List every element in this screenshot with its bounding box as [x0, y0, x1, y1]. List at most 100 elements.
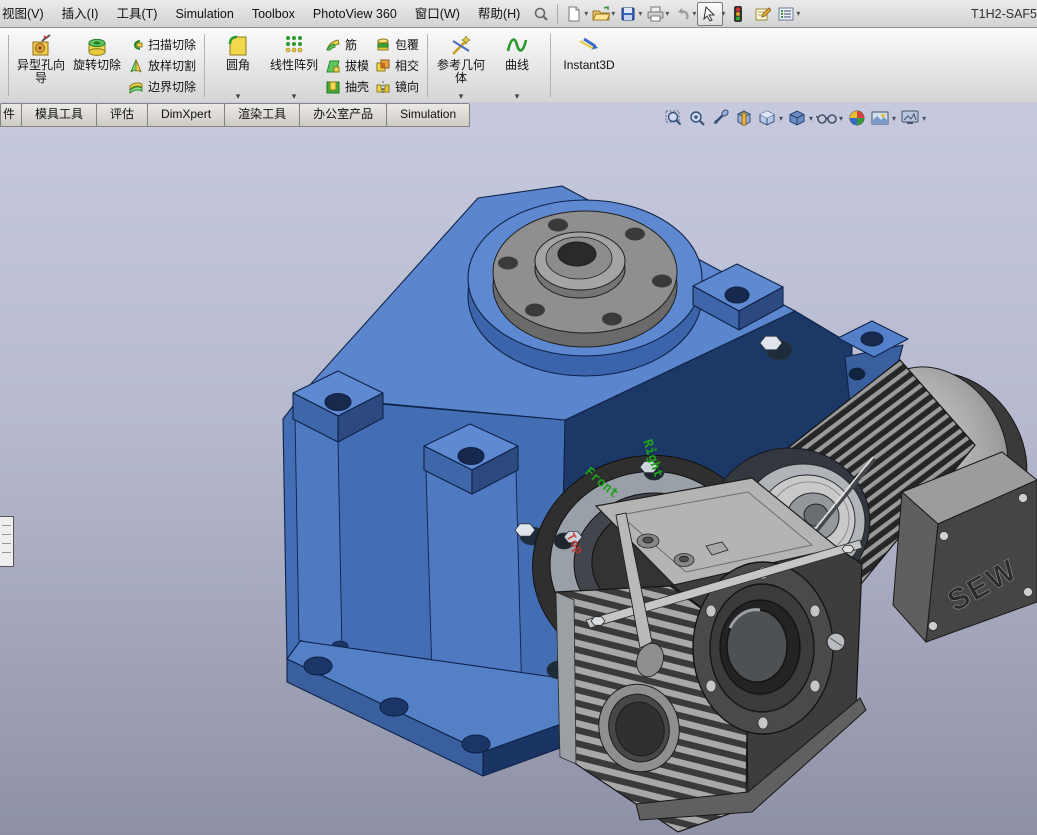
display-style-dropdown-arrow[interactable]: ▾: [809, 114, 813, 123]
menu-help[interactable]: 帮助(H): [469, 1, 529, 27]
tab-mold-tools[interactable]: 模具工具: [21, 103, 97, 127]
tab-simulation[interactable]: Simulation: [386, 103, 470, 127]
curves-dropdown-arrow[interactable]: ▾: [515, 92, 520, 102]
toolbar-separator: [550, 34, 551, 97]
menu-window[interactable]: 窗口(W): [406, 1, 469, 27]
zoom-to-area-icon[interactable]: [687, 108, 709, 128]
toolbar-separator: [557, 4, 558, 24]
command-manager-toolbar: 异型孔向导 旋转切除 扫描切除 放样切割 边界切除 圆角 ▾ 线: [0, 28, 1037, 103]
boundary-cut-label: 边界切除: [148, 78, 196, 95]
edit-appearance-icon[interactable]: [846, 108, 868, 128]
fillet-dropdown-arrow[interactable]: ▾: [236, 92, 241, 102]
hide-show-dropdown-arrow[interactable]: ▾: [839, 114, 843, 123]
view-settings-dropdown-arrow[interactable]: ▾: [922, 114, 926, 123]
undo-button[interactable]: [670, 3, 694, 25]
toolbar-separator: [427, 34, 428, 97]
apply-scene-icon[interactable]: [869, 108, 891, 128]
rebuild-traffic-light-button[interactable]: [726, 3, 750, 25]
linear-pattern-dropdown-arrow[interactable]: ▾: [292, 92, 297, 102]
instant3d-button[interactable]: Instant3D: [556, 29, 622, 102]
menu-photoview360[interactable]: PhotoView 360: [304, 1, 406, 27]
mirror-label: 镜向: [395, 78, 419, 95]
menu-toolbox[interactable]: Toolbox: [243, 1, 304, 27]
print-dropdown-arrow[interactable]: ▾: [665, 9, 669, 18]
search-icon[interactable]: [529, 3, 553, 25]
wrap-intersect-mirror-column: 包覆 相交 镜向: [372, 29, 422, 102]
hide-show-items-icon[interactable]: [816, 108, 838, 128]
draft-button[interactable]: 拔模: [325, 56, 369, 75]
rib-label: 筋: [345, 36, 357, 53]
menu-bar: 视图(V) 插入(I) 工具(T) Simulation Toolbox Pho…: [0, 0, 1037, 28]
lofted-cut-button[interactable]: 放样切割: [128, 56, 196, 75]
select-cursor-button[interactable]: [697, 2, 723, 26]
file-properties-button[interactable]: [750, 3, 774, 25]
view-settings-icon[interactable]: [899, 108, 921, 128]
save-dropdown-arrow[interactable]: ▾: [638, 9, 642, 18]
mirror-button[interactable]: 镜向: [375, 77, 419, 96]
shell-icon: [325, 79, 341, 95]
boundary-cut-button[interactable]: 边界切除: [128, 77, 196, 96]
view-orientation-icon[interactable]: [756, 108, 778, 128]
swept-cut-icon: [128, 37, 144, 53]
wrap-button[interactable]: 包覆: [375, 35, 419, 54]
print-button[interactable]: [643, 3, 667, 25]
window-title: T1H2-SAF5: [971, 7, 1037, 21]
reference-geometry-button[interactable]: 参考几何体 ▾: [433, 29, 489, 102]
menu-tools[interactable]: 工具(T): [107, 1, 166, 27]
open-button[interactable]: [589, 3, 613, 25]
shell-label: 抽壳: [345, 78, 369, 95]
options-dropdown-arrow[interactable]: ▾: [796, 9, 800, 18]
curves-button[interactable]: 曲线 ▾: [489, 29, 545, 102]
options-list-button[interactable]: [774, 3, 798, 25]
reference-geometry-icon: [448, 32, 474, 59]
clipped-panel-fragment: [0, 516, 14, 567]
instant3d-label: Instant3D: [563, 59, 614, 72]
hole-wizard-icon: [28, 32, 54, 59]
tab-weldments[interactable]: 件: [0, 103, 22, 127]
tab-render-tools[interactable]: 渲染工具: [224, 103, 300, 127]
new-document-button[interactable]: [562, 3, 586, 25]
save-button[interactable]: [616, 3, 640, 25]
display-style-icon[interactable]: [786, 108, 808, 128]
menu-view[interactable]: 视图(V): [0, 1, 53, 27]
new-dropdown-arrow[interactable]: ▾: [584, 9, 588, 18]
shell-button[interactable]: 抽壳: [325, 77, 369, 96]
tab-office-products[interactable]: 办公室产品: [299, 103, 387, 127]
menu-simulation[interactable]: Simulation: [166, 1, 242, 27]
section-view-icon[interactable]: [733, 108, 755, 128]
hole-wizard-button[interactable]: 异型孔向导: [13, 29, 69, 102]
graphics-viewport[interactable]: ▾ ▾ ▾ ▾ ▾: [0, 102, 1037, 835]
lofted-cut-icon: [128, 58, 144, 74]
boundary-cut-icon: [128, 79, 144, 95]
tab-dimxpert[interactable]: DimXpert: [147, 103, 225, 127]
reference-geometry-dropdown-arrow[interactable]: ▾: [459, 92, 464, 102]
linear-pattern-icon: [281, 32, 307, 59]
zoom-to-fit-icon[interactable]: [664, 108, 686, 128]
swept-cut-button[interactable]: 扫描切除: [128, 35, 196, 54]
open-dropdown-arrow[interactable]: ▾: [611, 9, 615, 18]
curves-label: 曲线: [505, 59, 529, 72]
revolved-cut-button[interactable]: 旋转切除: [69, 29, 125, 102]
rib-button[interactable]: 筋: [325, 35, 369, 54]
intersect-label: 相交: [395, 57, 419, 74]
rib-draft-shell-column: 筋 拔模 抽壳: [322, 29, 372, 102]
wrap-icon: [375, 37, 391, 53]
rib-icon: [325, 37, 341, 53]
select-dropdown-arrow[interactable]: ▾: [721, 9, 725, 18]
intersect-icon: [375, 58, 391, 74]
previous-view-icon[interactable]: [710, 108, 732, 128]
top-output-flange[interactable]: [493, 211, 677, 347]
gearmotor-assembly-model[interactable]: Top SEW: [0, 102, 1037, 835]
wrap-label: 包覆: [395, 36, 419, 53]
linear-pattern-label: 线性阵列: [270, 59, 318, 72]
cut-features-column: 扫描切除 放样切割 边界切除: [125, 29, 199, 102]
curves-icon: [504, 32, 530, 59]
linear-pattern-button[interactable]: 线性阵列 ▾: [266, 29, 322, 102]
tab-evaluate[interactable]: 评估: [96, 103, 148, 127]
apply-scene-dropdown-arrow[interactable]: ▾: [892, 114, 896, 123]
intersect-button[interactable]: 相交: [375, 56, 419, 75]
view-orientation-dropdown-arrow[interactable]: ▾: [779, 114, 783, 123]
draft-label: 拔模: [345, 57, 369, 74]
menu-insert[interactable]: 插入(I): [53, 1, 108, 27]
fillet-button[interactable]: 圆角 ▾: [210, 29, 266, 102]
